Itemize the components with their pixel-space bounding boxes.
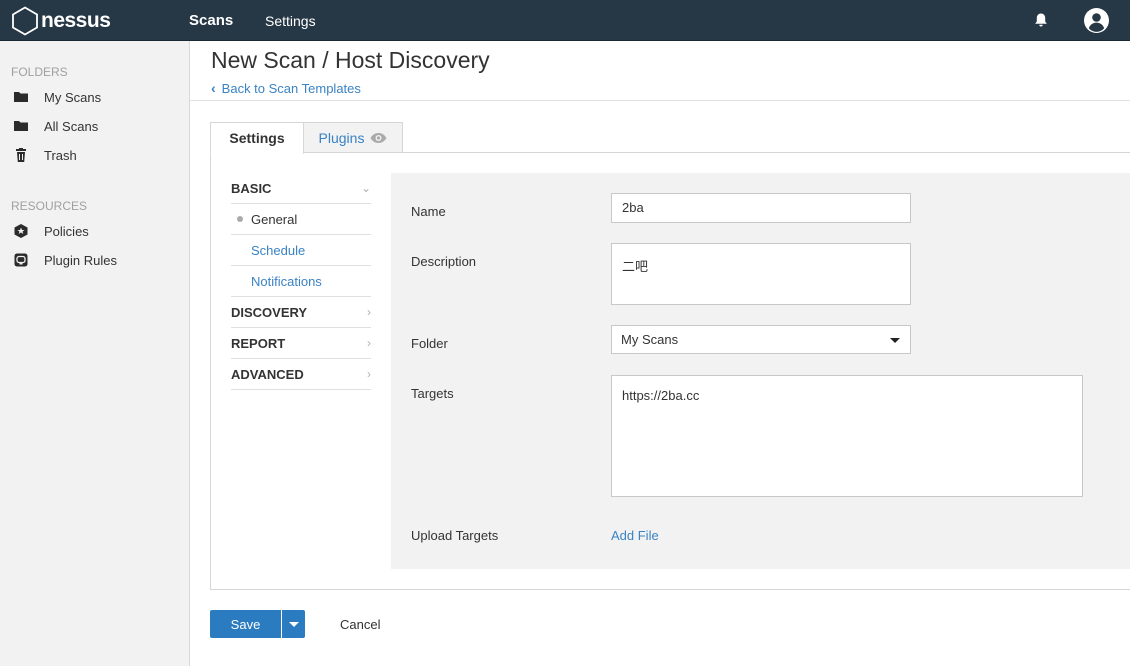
targets-textarea[interactable]: https://2ba.cc: [611, 375, 1083, 497]
bell-icon[interactable]: [1033, 12, 1049, 28]
targets-label: Targets: [411, 386, 454, 401]
description-textarea[interactable]: 二吧: [611, 243, 911, 305]
menu-group-report[interactable]: REPORT ›: [231, 328, 371, 359]
name-input[interactable]: 2ba: [611, 193, 911, 223]
nav-settings[interactable]: Settings: [265, 13, 316, 29]
menu-group-advanced[interactable]: ADVANCED ›: [231, 359, 371, 390]
general-settings-form: [391, 173, 1130, 569]
caret-down-icon: [890, 338, 900, 343]
menu-item-label: Schedule: [251, 242, 306, 258]
top-navigation-bar: nessus Scans Settings: [0, 0, 1130, 41]
folder-icon: [14, 92, 28, 102]
menu-item-general[interactable]: General: [231, 204, 371, 235]
menu-item-label: Notifications: [251, 273, 322, 289]
folder-select[interactable]: My Scans: [611, 325, 911, 354]
sidebar-item-plugin-rules[interactable]: Plugin Rules: [14, 250, 117, 270]
description-label: Description: [411, 254, 477, 269]
tab-settings[interactable]: Settings: [210, 122, 304, 154]
user-avatar-icon[interactable]: [1084, 8, 1109, 33]
folder-select-value: My Scans: [621, 332, 679, 347]
sidebar-item-label: Plugin Rules: [44, 252, 117, 268]
divider: [190, 100, 1130, 101]
menu-item-schedule[interactable]: Schedule: [231, 235, 371, 266]
tab-plugins[interactable]: Plugins: [303, 122, 403, 153]
eye-icon: [370, 132, 387, 143]
add-file-link[interactable]: Add File: [611, 528, 659, 543]
sidebar-item-label: My Scans: [44, 89, 102, 105]
menu-group-label: ADVANCED: [231, 366, 304, 382]
sidebar-item-trash[interactable]: Trash: [14, 145, 77, 165]
chevron-left-icon: ‹: [211, 80, 216, 96]
tab-label: Settings: [229, 130, 285, 146]
menu-item-notifications[interactable]: Notifications: [231, 266, 371, 297]
trash-icon: [16, 148, 26, 162]
back-link-label: Back to Scan Templates: [221, 80, 361, 96]
name-label: Name: [411, 204, 446, 219]
caret-down-icon: [288, 621, 299, 627]
hexagon-logo-icon: [12, 6, 38, 36]
menu-group-discovery[interactable]: DISCOVERY ›: [231, 297, 371, 328]
menu-group-basic[interactable]: BASIC ⌄: [231, 173, 371, 204]
folder-icon: [14, 121, 28, 131]
menu-group-label: REPORT: [231, 335, 286, 351]
logo-text: nessus: [41, 9, 111, 32]
sidebar-item-label: All Scans: [44, 118, 99, 134]
active-dot-icon: [237, 216, 243, 222]
resources-heading: RESOURCES: [11, 199, 88, 213]
sidebar-item-label: Trash: [44, 147, 77, 163]
menu-group-label: DISCOVERY: [231, 304, 308, 320]
chevron-right-icon: ›: [367, 305, 371, 319]
plugin-rules-icon: [14, 253, 28, 267]
back-to-templates-link[interactable]: ‹ Back to Scan Templates: [211, 80, 361, 96]
chevron-right-icon: ›: [367, 336, 371, 350]
chevron-down-icon: ⌄: [360, 181, 371, 195]
page-title: New Scan / Host Discovery: [211, 47, 490, 73]
nav-scans[interactable]: Scans: [189, 12, 233, 29]
sidebar-item-my-scans[interactable]: My Scans: [14, 87, 101, 107]
cancel-button[interactable]: Cancel: [340, 617, 380, 632]
nessus-logo[interactable]: nessus: [11, 6, 111, 36]
menu-item-label: General: [251, 211, 298, 227]
sidebar-item-policies[interactable]: Policies: [14, 221, 89, 241]
sidebar-item-all-scans[interactable]: All Scans: [14, 116, 98, 136]
sidebar-item-label: Policies: [44, 223, 89, 239]
folders-heading: FOLDERS: [11, 65, 68, 79]
save-options-button[interactable]: [281, 610, 305, 638]
folder-label: Folder: [411, 336, 448, 351]
upload-targets-label: Upload Targets: [411, 528, 499, 543]
policy-shield-icon: [14, 224, 28, 238]
chevron-right-icon: ›: [367, 367, 371, 381]
menu-group-label: BASIC: [231, 180, 272, 196]
save-button[interactable]: Save: [210, 610, 281, 638]
tab-label: Plugins: [318, 129, 365, 146]
